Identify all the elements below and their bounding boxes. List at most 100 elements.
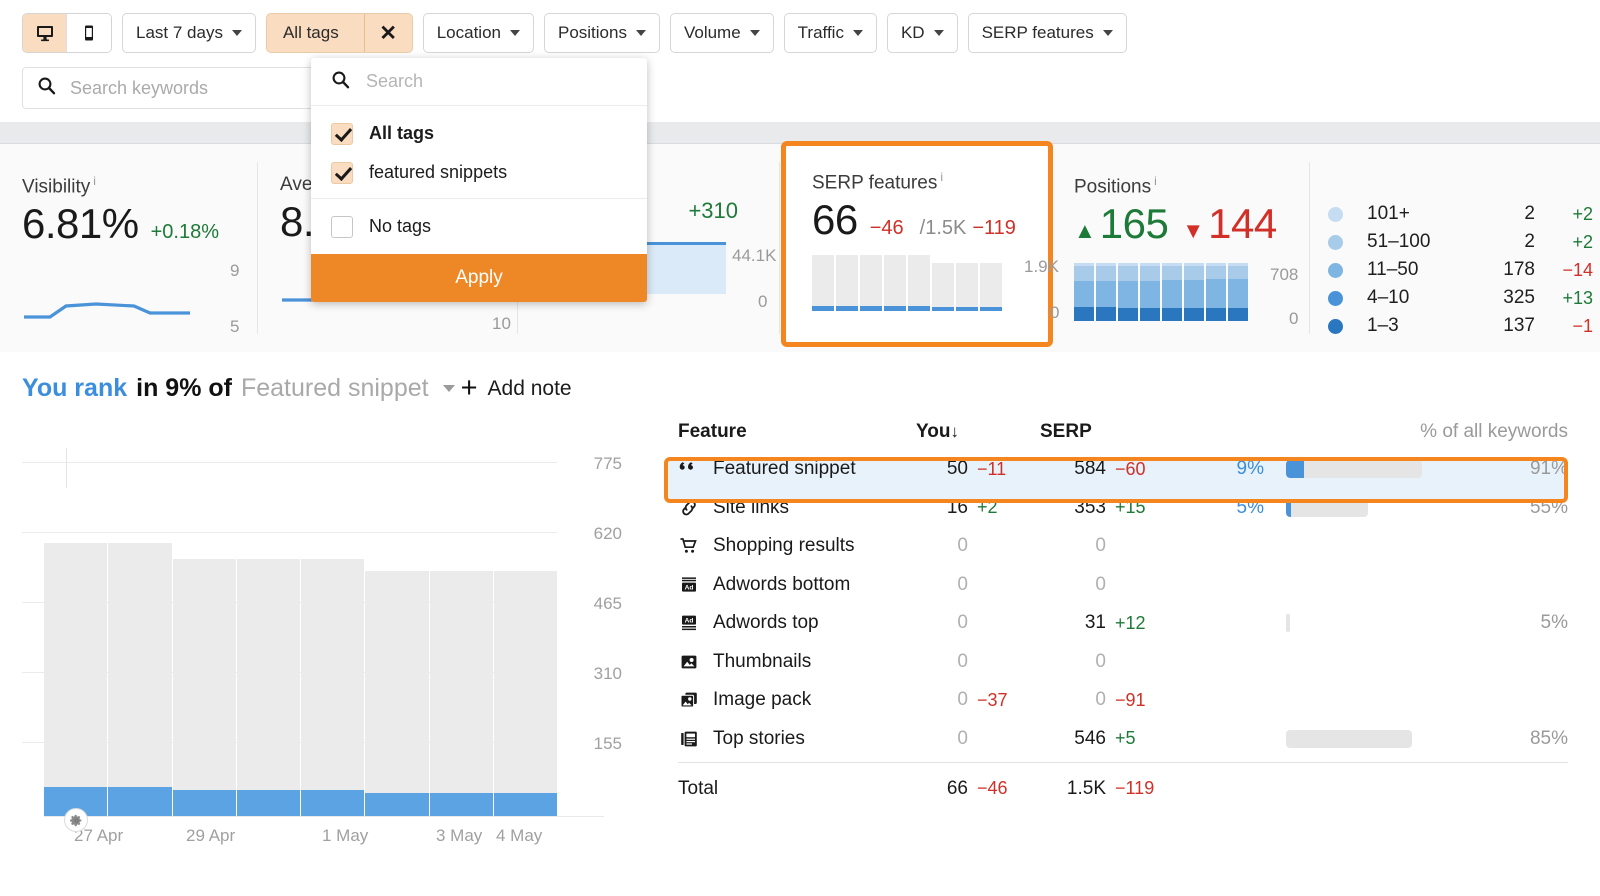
table-row[interactable]: Shopping results 0 0: [678, 527, 1568, 566]
mobile-toggle-button[interactable]: [67, 14, 111, 52]
visibility-card: Visibility i 6.81% +0.18% 9 5: [0, 144, 258, 352]
serp-features-axis-top: 1.9K: [1024, 256, 1059, 276]
checkbox-icon[interactable]: [331, 161, 353, 184]
tag-option-no-tags[interactable]: No tags: [311, 207, 647, 246]
serp-features-filter-label: SERP features: [981, 23, 1094, 42]
visibility-delta: +0.18%: [150, 221, 219, 244]
apply-button[interactable]: Apply: [311, 254, 647, 302]
row-feature: Site links: [678, 497, 916, 519]
tag-option-all-tags[interactable]: All tags: [311, 114, 647, 153]
serp-features-axis-bottom: 0: [1050, 302, 1060, 322]
tag-option-label: All tags: [369, 123, 435, 143]
column-header-you[interactable]: You↓: [916, 421, 1040, 443]
positions-sparkline: 708 0: [1074, 262, 1310, 328]
feature-selector-label[interactable]: Featured snippet: [241, 374, 429, 403]
serp-features-table: Feature You↓ SERP % of all keywords Feat…: [678, 414, 1568, 814]
traffic-filter[interactable]: Traffic: [783, 13, 877, 53]
row-all-percentage: 55%: [1529, 496, 1568, 518]
you-rank-label[interactable]: You rank: [22, 374, 127, 403]
visibility-value: 6.81%: [22, 200, 139, 248]
x-axis-tick: 29 Apr: [186, 826, 236, 845]
table-row[interactable]: Ad Adwords bottom 0 0: [678, 566, 1568, 605]
rank-history-chart: 775 620 465 310 155 27 Apr 29 Apr 1 May …: [22, 440, 622, 860]
top-stories-icon: [678, 730, 700, 748]
positions-card: Positions i ▲ 165 ▼ 144 708 0: [1052, 144, 1310, 352]
tags-filter[interactable]: All tags ✕: [265, 13, 413, 53]
device-toggle[interactable]: [22, 13, 112, 53]
add-note-button[interactable]: Add note: [488, 377, 572, 401]
positions-filter-label: Positions: [557, 23, 627, 42]
row-feature-label: Site links: [713, 496, 790, 518]
tags-dropdown[interactable]: Search All tags featured snippets No tag…: [311, 58, 647, 302]
search-icon: [37, 76, 56, 100]
row-you-delta: +2: [977, 497, 998, 518]
legend-label: 51–100: [1367, 231, 1431, 252]
chart-column: [429, 466, 493, 816]
checkbox-icon[interactable]: [331, 122, 353, 145]
legend-count: 2: [1524, 231, 1535, 252]
chart-column: [108, 466, 172, 816]
total-serp-value: 1.5K: [1066, 777, 1106, 799]
serp-features-card[interactable]: SERP features i 66 −46 /1.5K −119 1.9K 0: [781, 141, 1059, 347]
positions-legend: 101+ 2 +2 51–100 2 +2 11–50 178 −14 4–10…: [1328, 174, 1600, 340]
row-you-value: 0: [957, 612, 968, 634]
positions-down-value: 144: [1208, 200, 1277, 248]
table-row[interactable]: Top stories 0 546 +5 85%: [678, 720, 1568, 759]
tag-option-featured-snippets[interactable]: featured snippets: [311, 153, 647, 192]
close-icon[interactable]: ✕: [363, 14, 412, 52]
legend-row: 11–50 178 −14: [1328, 256, 1600, 284]
chart-plot-area: [44, 466, 557, 816]
row-feature-label: Adwords top: [713, 612, 819, 634]
table-row[interactable]: Image pack 0 −37 0 −91: [678, 681, 1568, 720]
rank-percentage-label: in 9% of: [136, 374, 232, 402]
volume-filter[interactable]: Volume: [669, 13, 774, 53]
legend-delta: +13: [1562, 287, 1593, 308]
info-icon[interactable]: i: [1154, 174, 1157, 188]
serp-bar: [836, 254, 858, 311]
row-bar: [1264, 614, 1486, 633]
tag-option-label: featured snippets: [369, 162, 508, 182]
gear-icon[interactable]: [64, 808, 88, 832]
column-header-serp[interactable]: SERP: [1040, 421, 1192, 443]
chevron-down-icon: [933, 30, 944, 36]
desktop-toggle-button[interactable]: [23, 14, 67, 52]
legend-count: 325: [1503, 287, 1535, 308]
info-icon[interactable]: i: [93, 174, 96, 188]
row-feature: Top stories: [678, 728, 916, 750]
tags-search-input[interactable]: Search: [311, 58, 647, 106]
info-icon[interactable]: i: [940, 170, 943, 184]
date-range-filter[interactable]: Last 7 days: [122, 13, 256, 53]
visibility-sparkline: 9 5: [22, 261, 258, 336]
plus-icon[interactable]: +: [461, 374, 478, 403]
table-row[interactable]: Featured snippet 50 −11 584 −60 9% 91%: [678, 450, 1568, 489]
checkbox-icon[interactable]: [331, 215, 353, 238]
serp-features-delta: −46: [869, 217, 904, 240]
total-you-delta: −46: [977, 778, 1008, 798]
legend-dot-icon: [1328, 290, 1343, 306]
table-row[interactable]: Thumbnails 0 0: [678, 643, 1568, 682]
table-row[interactable]: Ad Adwords top 0 31 +12 5%: [678, 604, 1568, 643]
row-you-value: 50: [946, 458, 968, 480]
serp-features-total-delta: −119: [972, 217, 1016, 240]
row-percentage: 5%: [1236, 496, 1264, 518]
desktop-icon: [35, 23, 55, 43]
serp-features-filter[interactable]: SERP features: [967, 13, 1127, 53]
legend-delta: +2: [1572, 231, 1593, 252]
legend-label: 11–50: [1367, 259, 1419, 280]
mobile-icon: [79, 23, 99, 43]
date-range-label: Last 7 days: [136, 23, 223, 42]
row-you-value: 0: [957, 689, 968, 711]
legend-dot-icon: [1328, 262, 1343, 278]
positions-filter[interactable]: Positions: [543, 13, 660, 53]
tags-filter-label: All tags: [282, 23, 339, 42]
chart-x-labels: 27 Apr 29 Apr 1 May 3 May 4 May: [44, 826, 604, 850]
table-header-row: Feature You↓ SERP % of all keywords: [678, 414, 1568, 450]
chevron-down-icon[interactable]: [442, 385, 455, 392]
kd-filter[interactable]: KD: [886, 13, 958, 53]
row-feature: Thumbnails: [678, 651, 916, 673]
link-icon: [678, 499, 700, 517]
volume-filter-label: Volume: [683, 23, 741, 42]
quote-icon: [678, 461, 700, 477]
location-filter[interactable]: Location: [422, 13, 534, 53]
column-header-you-label: You: [916, 421, 951, 442]
